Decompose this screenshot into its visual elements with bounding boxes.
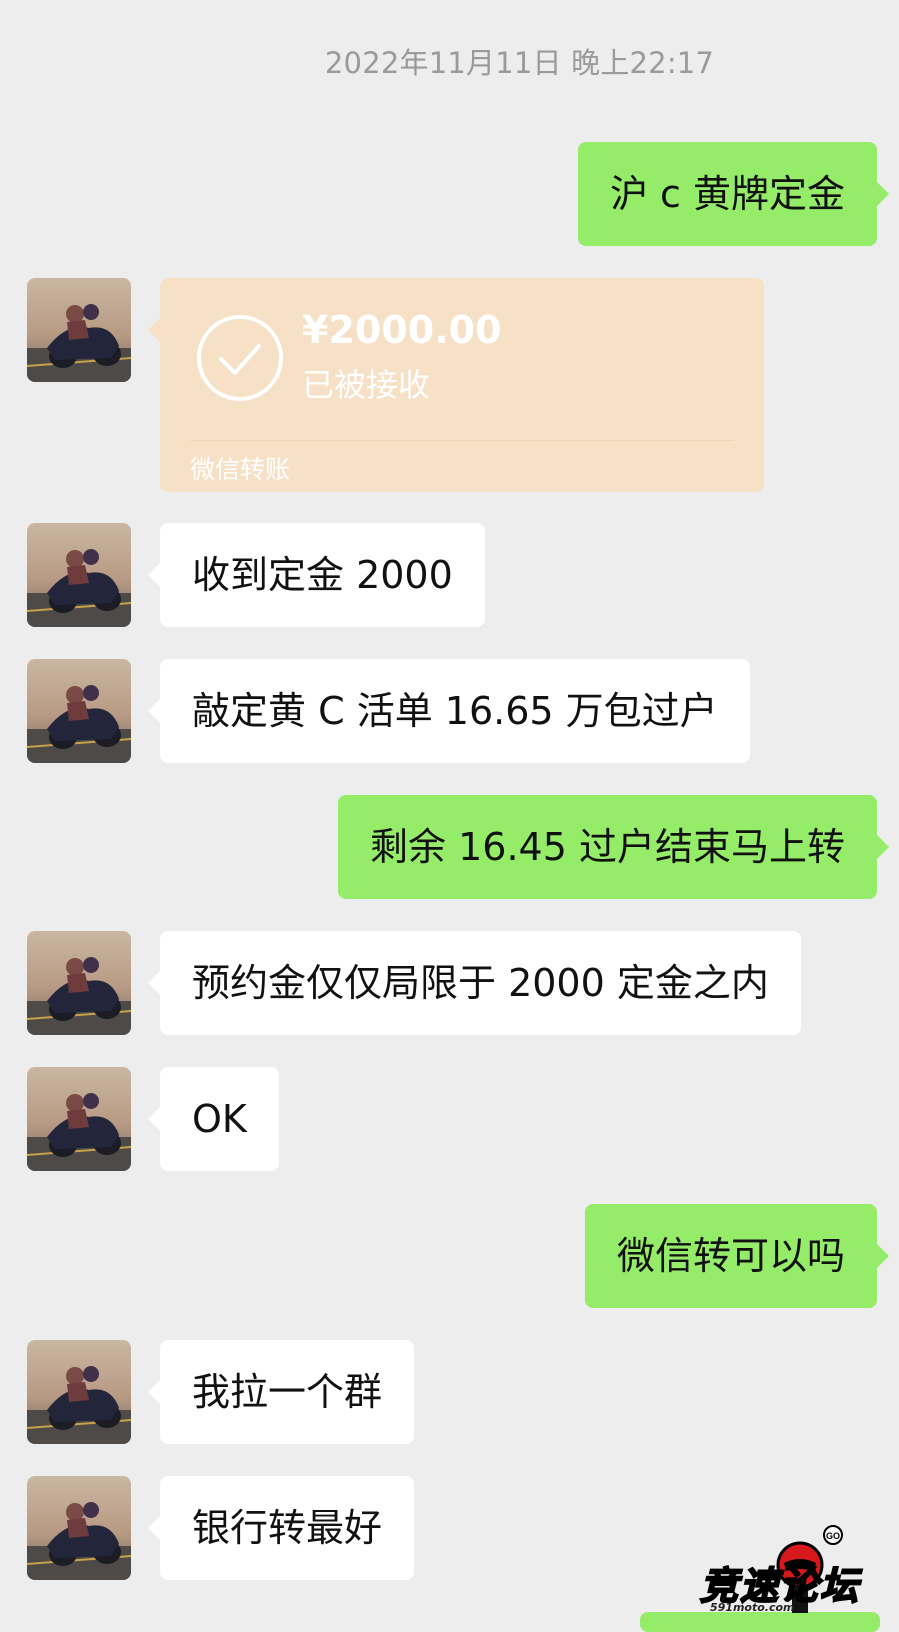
watermark-badge: GO	[826, 1531, 840, 1541]
transfer-status: 已被接收	[302, 366, 431, 404]
transfer-amount: ¥2000.00	[302, 308, 502, 352]
contact-avatar[interactable]	[27, 523, 131, 627]
avatar-image	[27, 1340, 131, 1444]
message-bubble-outgoing[interactable]: 沪 c 黄牌定金	[577, 142, 890, 246]
avatar-image	[27, 931, 131, 1035]
message-bubble-incoming[interactable]: 我拉一个群	[147, 1340, 415, 1444]
check-circle-icon	[197, 315, 283, 401]
message-bubble-incoming[interactable]: 敲定黄 C 活单 16.65 万包过户	[148, 659, 750, 763]
message-bubble-incoming[interactable]: 预约金仅仅局限于 2000 定金之内	[148, 931, 801, 1035]
avatar-image	[27, 659, 131, 763]
avatar-image	[27, 523, 131, 627]
message-bubble-incoming[interactable]: 收到定金 2000	[148, 523, 485, 627]
message-bubble-outgoing[interactable]: 微信转可以吗	[584, 1204, 890, 1308]
contact-avatar[interactable]	[27, 659, 131, 763]
transfer-label: 微信转账	[190, 455, 291, 484]
chat-timestamp: 2022年11月11日 晚上22:17	[324, 46, 715, 80]
wechat-transfer-card[interactable]: ¥2000.00 已被接收 微信转账	[148, 278, 764, 492]
forum-watermark-logo: GO 竞速论坛 591moto.com	[699, 1525, 895, 1620]
avatar-image	[27, 278, 131, 382]
watermark-site: 591moto.com	[710, 1601, 795, 1614]
contact-avatar[interactable]	[27, 931, 131, 1035]
message-bubble-incoming[interactable]: OK	[148, 1067, 279, 1171]
transfer-divider	[190, 440, 734, 441]
avatar-image	[27, 1067, 131, 1171]
contact-avatar[interactable]	[27, 1476, 131, 1580]
message-bubble-outgoing[interactable]: 剩余 16.45 过户结束马上转	[338, 795, 889, 899]
contact-avatar[interactable]	[27, 1067, 131, 1171]
message-bubble-incoming[interactable]: 银行转最好	[147, 1476, 415, 1580]
avatar-image	[27, 1476, 131, 1580]
contact-avatar[interactable]	[27, 278, 131, 382]
contact-avatar[interactable]	[27, 1340, 131, 1444]
